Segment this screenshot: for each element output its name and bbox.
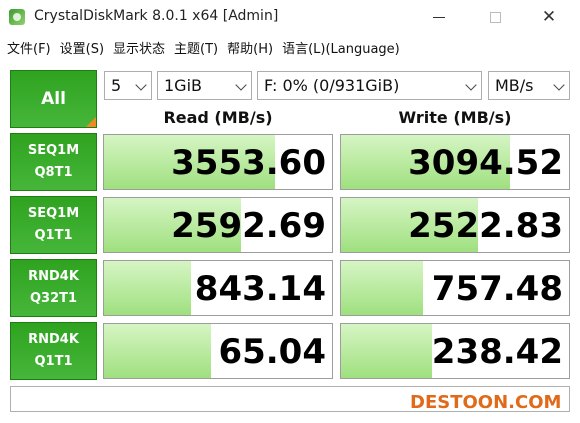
test-button-seq1m-q1t1[interactable]: SEQ1M Q1T1 [10,196,97,254]
menu-language[interactable]: 语言(L)(Language) [282,38,400,57]
runs-select[interactable]: 5 [104,71,152,100]
test-params: Q1T1 [34,228,73,243]
write-value: 2522.83 [408,206,563,246]
write-value: 757.48 [431,269,563,309]
chevron-down-icon [135,79,147,91]
menu-settings[interactable]: 设置(S) [60,38,104,57]
unit-value: MB/s [495,76,534,95]
read-progress-bar [104,324,212,378]
corner-marker-icon [86,117,96,127]
maximize-button[interactable] [472,0,518,34]
read-value: 843.14 [194,269,326,309]
all-run-button[interactable]: All [10,70,97,128]
read-progress-bar [104,261,191,315]
maximize-icon [489,11,501,23]
read-value: 2592.69 [171,206,326,246]
read-value: 3553.60 [171,143,326,183]
minimize-button[interactable] [416,0,462,34]
menu-theme[interactable]: 主题(T) [174,38,218,57]
minimize-icon [433,16,445,18]
test-button-rnd4k-q1t1[interactable]: RND4K Q1T1 [10,322,97,380]
window-title: CrystalDiskMark 8.0.1 x64 [Admin] [34,8,279,24]
test-size-select[interactable]: 1GiB [157,71,252,100]
write-column-header: Write (MB/s) [398,108,512,127]
drive-select[interactable]: F: 0% (0/931GiB) [257,71,482,100]
menu-help[interactable]: 帮助(H) [227,38,273,57]
test-params: Q1T1 [34,354,73,369]
watermark-logo: DESTOON.COM [410,392,562,413]
menu-bar: 文件(F) 设置(S) 显示状态 主题(T) 帮助(H) 语言(L)(Langu… [0,34,580,60]
write-value: 3094.52 [408,143,563,183]
read-result-cell: 2592.69 [103,197,333,253]
test-button-seq1m-q8t1[interactable]: SEQ1M Q8T1 [10,133,97,191]
read-result-cell: 843.14 [103,260,333,316]
write-result-cell: 2522.83 [340,197,570,253]
test-button-rnd4k-q32t1[interactable]: RND4K Q32T1 [10,259,97,317]
title-bar: CrystalDiskMark 8.0.1 x64 [Admin] ✕ [0,0,580,34]
menu-view[interactable]: 显示状态 [113,38,165,57]
menu-file[interactable]: 文件(F) [7,38,51,57]
close-button[interactable]: ✕ [526,0,572,34]
chevron-down-icon [553,79,565,91]
test-params: Q32T1 [29,291,78,306]
read-result-cell: 3553.60 [103,134,333,190]
write-result-cell: 757.48 [340,260,570,316]
read-value: 65.04 [218,332,326,372]
test-params: Q8T1 [34,165,73,180]
runs-value: 5 [111,76,122,95]
read-column-header: Read (MB/s) [163,108,273,127]
test-name: RND4K [28,269,79,284]
test-size-value: 1GiB [164,76,202,95]
read-result-cell: 65.04 [103,323,333,379]
write-result-cell: 3094.52 [340,134,570,190]
write-value: 238.42 [431,332,563,372]
write-progress-bar [341,324,433,378]
chevron-down-icon [465,79,477,91]
all-button-label: All [41,89,66,109]
chevron-down-icon [235,79,247,91]
write-result-cell: 238.42 [340,323,570,379]
test-name: RND4K [28,332,79,347]
test-name: SEQ1M [27,143,80,158]
drive-value: F: 0% (0/931GiB) [264,76,400,95]
crystaldiskmark-app-icon [9,9,25,25]
close-icon: ✕ [541,7,557,27]
test-name: SEQ1M [27,206,80,221]
write-progress-bar [341,261,424,315]
unit-select[interactable]: MB/s [488,71,570,100]
